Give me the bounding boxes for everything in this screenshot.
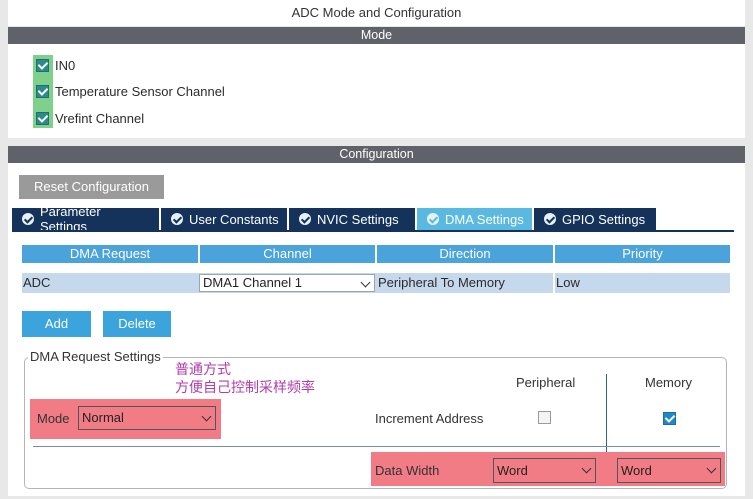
chevron-down-icon (360, 277, 371, 288)
header-dma-request: DMA Request (22, 245, 198, 263)
peripheral-header: Peripheral (516, 375, 576, 390)
memory-increment-checkbox[interactable] (663, 412, 676, 425)
memory-width-value: Word (621, 463, 652, 478)
in0-label: IN0 (55, 57, 76, 73)
configuration-section-header: Configuration (8, 146, 745, 163)
channel-vrefint[interactable]: Vrefint Channel (36, 109, 144, 127)
row-dma-request[interactable]: ADC (22, 273, 198, 293)
peripheral-increment-checkbox[interactable] (538, 411, 551, 424)
data-width-label: Data Width (375, 463, 440, 478)
channel-select[interactable]: DMA1 Channel 1 (199, 274, 375, 292)
row-priority[interactable]: Low (555, 273, 730, 293)
chevron-down-icon (706, 463, 717, 474)
row-direction[interactable]: Peripheral To Memory (377, 273, 553, 293)
channel-in0[interactable]: IN0 (36, 56, 75, 74)
memory-width-select[interactable]: Word (617, 458, 721, 483)
check-circle-icon (299, 213, 311, 225)
config-tabs: Parameter Settings User Constants NVIC S… (12, 204, 658, 234)
header-channel: Channel (200, 245, 375, 263)
vrefint-label: Vrefint Channel (55, 110, 145, 126)
tab-gpio-settings[interactable]: GPIO Settings (534, 208, 656, 230)
temperature-sensor-label: Temperature Sensor Channel (55, 83, 225, 99)
annotation-line2: 方便自己控制采样频率 (175, 379, 315, 395)
check-circle-icon (544, 213, 556, 225)
delete-button[interactable]: Delete (103, 311, 171, 337)
tab-label: User Constants (189, 211, 279, 227)
tab-label: DMA Settings (445, 211, 524, 227)
increment-address-label: Increment Address (375, 411, 484, 426)
vrefint-checkbox[interactable] (36, 111, 49, 125)
channel-select-value: DMA1 Channel 1 (203, 275, 302, 290)
row-channel-cell: DMA1 Channel 1 (198, 273, 377, 293)
tab-label: GPIO Settings (562, 211, 646, 227)
check-circle-icon (22, 213, 34, 225)
add-button[interactable]: Add (22, 311, 91, 337)
check-circle-icon (171, 213, 183, 225)
tab-user-constants[interactable]: User Constants (161, 208, 287, 230)
row-divider (33, 446, 720, 447)
tab-label: NVIC Settings (317, 211, 399, 227)
tab-parameter-settings[interactable]: Parameter Settings (12, 204, 159, 234)
mode-select-value: Normal (82, 410, 124, 425)
header-priority: Priority (555, 245, 730, 263)
mode-section-header: Mode (8, 27, 745, 44)
tab-nvic-settings[interactable]: NVIC Settings (289, 208, 415, 230)
tab-underline (12, 230, 734, 232)
chevron-down-icon (201, 411, 212, 422)
window-title: ADC Mode and Configuration (8, 0, 745, 26)
annotation-line1: 普通方式 (175, 361, 231, 377)
temperature-sensor-checkbox[interactable] (36, 84, 49, 98)
mode-select[interactable]: Normal (78, 406, 216, 430)
memory-header: Memory (645, 375, 692, 390)
tab-dma-settings[interactable]: DMA Settings (417, 208, 532, 230)
check-circle-icon (427, 213, 439, 225)
header-direction: Direction (377, 245, 553, 263)
in0-checkbox[interactable] (36, 58, 49, 72)
dma-request-settings-legend: DMA Request Settings (28, 349, 163, 364)
reset-configuration-button[interactable]: Reset Configuration (19, 175, 164, 199)
peripheral-width-select[interactable]: Word (493, 458, 596, 483)
peripheral-width-value: Word (497, 463, 528, 478)
channel-temperature-sensor[interactable]: Temperature Sensor Channel (36, 82, 225, 100)
chevron-down-icon (581, 463, 592, 474)
mode-label: Mode (37, 411, 70, 426)
